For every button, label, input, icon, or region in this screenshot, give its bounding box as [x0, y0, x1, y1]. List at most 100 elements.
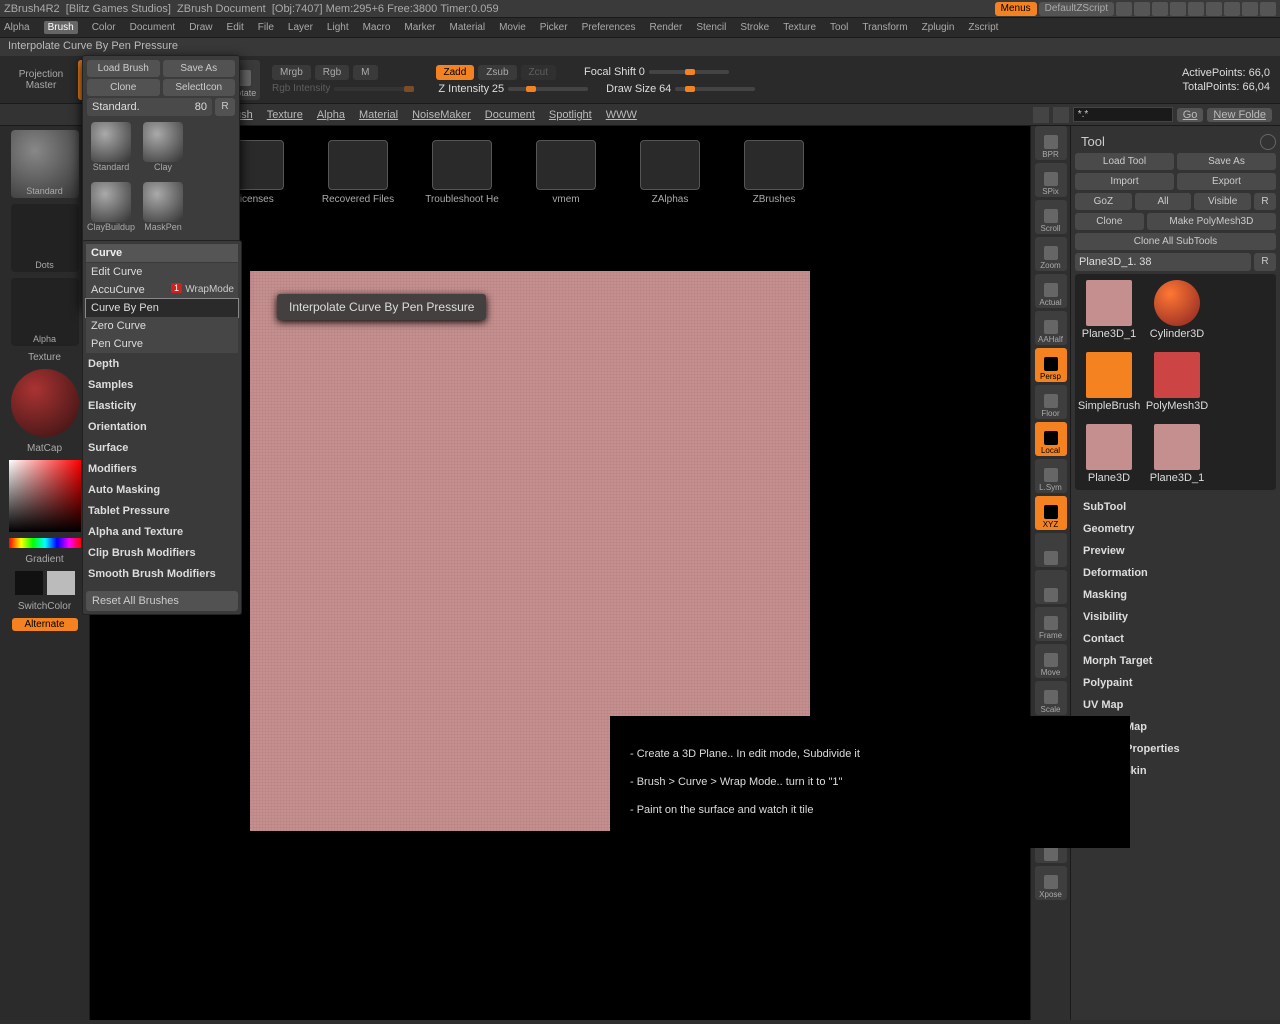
make-polymesh-button[interactable]: Make PolyMesh3D	[1147, 213, 1276, 230]
load-tool-button[interactable]: Load Tool	[1075, 153, 1174, 170]
all-button[interactable]: All	[1135, 193, 1192, 210]
layout-btn-5[interactable]	[1188, 2, 1204, 16]
tool-thumb-simplebrush[interactable]: SimpleBrush	[1081, 352, 1137, 412]
rtool-frame[interactable]: Frame	[1035, 607, 1067, 641]
menu-material[interactable]: Material	[450, 22, 486, 33]
tool-thumb-plane3d_1[interactable]: Plane3D_1	[1149, 424, 1205, 484]
rtool-lsym[interactable]: L.Sym	[1035, 459, 1067, 493]
stroke-swatch[interactable]: Dots	[11, 204, 79, 272]
hue-bar[interactable]	[9, 538, 81, 548]
menu-layer[interactable]: Layer	[288, 22, 313, 33]
refresh-icon[interactable]	[1260, 134, 1276, 150]
brush-swatch[interactable]: Standard	[11, 130, 79, 198]
z-intensity-slider[interactable]	[508, 87, 588, 91]
prev-icon[interactable]	[1033, 107, 1049, 123]
rtool-blank[interactable]	[1035, 533, 1067, 567]
wrapmode-label[interactable]: WrapMode	[185, 284, 234, 295]
clone-brush-button[interactable]: Clone	[87, 79, 160, 96]
brush-size-slider[interactable]: Standard.80	[87, 98, 212, 116]
rtool-blank[interactable]	[1035, 570, 1067, 604]
rtool-floor[interactable]: Floor	[1035, 385, 1067, 419]
menu-preferences[interactable]: Preferences	[582, 22, 636, 33]
brush-section-smooth-brush-modifiers[interactable]: Smooth Brush Modifiers	[88, 568, 236, 580]
section-contact[interactable]: Contact	[1075, 628, 1276, 650]
shelf-tab-texture[interactable]: Texture	[267, 109, 303, 121]
curve-header[interactable]: Curve	[86, 244, 238, 262]
menu-file[interactable]: File	[258, 22, 274, 33]
projection-master-button[interactable]: Projection Master	[4, 69, 78, 91]
section-visibility[interactable]: Visibility	[1075, 606, 1276, 628]
search-input[interactable]	[1073, 107, 1173, 122]
menu-texture[interactable]: Texture	[783, 22, 816, 33]
layout-btn-1[interactable]	[1116, 2, 1132, 16]
brush-section-samples[interactable]: Samples	[88, 379, 236, 391]
section-masking[interactable]: Masking	[1075, 584, 1276, 606]
tool-name-slider[interactable]: Plane3D_1. 38	[1075, 253, 1251, 271]
folder-recovered-files[interactable]: Recovered Files	[318, 140, 398, 205]
section-deformation[interactable]: Deformation	[1075, 562, 1276, 584]
zadd-chip[interactable]: Zadd	[436, 65, 475, 80]
reset-brushes-button[interactable]: Reset All Brushes	[86, 591, 238, 611]
draw-size-slider[interactable]	[675, 87, 755, 91]
rtool-scroll[interactable]: Scroll	[1035, 200, 1067, 234]
switchcolor-label[interactable]: SwitchColor	[18, 601, 71, 612]
curve-item-edit-curve[interactable]: Edit Curve	[86, 263, 238, 281]
shelf-tab-material[interactable]: Material	[359, 109, 398, 121]
alternate-button[interactable]: Alternate	[12, 618, 78, 631]
clone-button[interactable]: Clone	[1075, 213, 1144, 230]
rgb-chip[interactable]: Rgb	[315, 65, 349, 80]
brush-section-surface[interactable]: Surface	[88, 442, 236, 454]
lock-icon[interactable]	[1206, 2, 1222, 16]
layout-btn-3[interactable]	[1152, 2, 1168, 16]
shelf-tab-www[interactable]: WWW	[606, 109, 637, 121]
menu-brush[interactable]: Brush	[44, 21, 78, 34]
visible-button[interactable]: Visible	[1194, 193, 1251, 210]
section-subtool[interactable]: SubTool	[1075, 496, 1276, 518]
brush-section-auto-masking[interactable]: Auto Masking	[88, 484, 236, 496]
tool-r-button[interactable]: R	[1254, 253, 1276, 271]
menu-render[interactable]: Render	[650, 22, 683, 33]
load-brush-button[interactable]: Load Brush	[87, 60, 160, 77]
rtool-bpr[interactable]: BPR	[1035, 126, 1067, 160]
r-button[interactable]: R	[1254, 193, 1276, 210]
rtool-xyz[interactable]: XYZ	[1035, 496, 1067, 530]
menu-zscript[interactable]: Zscript	[968, 22, 998, 33]
menu-stroke[interactable]: Stroke	[740, 22, 769, 33]
brush-section-depth[interactable]: Depth	[88, 358, 236, 370]
section-morph-target[interactable]: Morph Target	[1075, 650, 1276, 672]
layout-btn-2[interactable]	[1134, 2, 1150, 16]
go-button[interactable]: Go	[1177, 108, 1204, 122]
brush-r-button[interactable]: R	[215, 98, 235, 116]
export-button[interactable]: Export	[1177, 173, 1276, 190]
zcut-chip[interactable]: Zcut	[521, 65, 556, 80]
material-swatch[interactable]	[11, 369, 79, 437]
save-as-button[interactable]: Save As	[1177, 153, 1276, 170]
section-uv-map[interactable]: UV Map	[1075, 694, 1276, 716]
tool-thumb-polymesh3d[interactable]: PolyMesh3D	[1149, 352, 1205, 412]
brush-section-clip-brush-modifiers[interactable]: Clip Brush Modifiers	[88, 547, 236, 559]
menu-zplugin[interactable]: Zplugin	[922, 22, 955, 33]
new-folder-button[interactable]: New Folde	[1207, 108, 1272, 122]
rtool-spix[interactable]: SPix	[1035, 163, 1067, 197]
section-geometry[interactable]: Geometry	[1075, 518, 1276, 540]
menu-document[interactable]: Document	[130, 22, 176, 33]
brush-section-alpha-and-texture[interactable]: Alpha and Texture	[88, 526, 236, 538]
save-brush-button[interactable]: Save As	[163, 60, 236, 77]
close-icon[interactable]	[1260, 2, 1276, 16]
menu-marker[interactable]: Marker	[404, 22, 435, 33]
selecticon-button[interactable]: SelectIcon	[163, 79, 236, 96]
menu-movie[interactable]: Movie	[499, 22, 526, 33]
mrgb-chip[interactable]: Mrgb	[272, 65, 311, 80]
menu-stencil[interactable]: Stencil	[696, 22, 726, 33]
brush-section-tablet-pressure[interactable]: Tablet Pressure	[88, 505, 236, 517]
minimize-icon[interactable]	[1224, 2, 1240, 16]
menu-tool[interactable]: Tool	[830, 22, 848, 33]
color-secondary[interactable]	[47, 571, 75, 595]
alpha-swatch[interactable]: Alpha	[11, 278, 79, 346]
brush-section-elasticity[interactable]: Elasticity	[88, 400, 236, 412]
focal-slider[interactable]	[649, 70, 729, 74]
tool-thumb-plane3d[interactable]: Plane3D	[1081, 424, 1137, 484]
rtool-local[interactable]: Local	[1035, 422, 1067, 456]
section-polypaint[interactable]: Polypaint	[1075, 672, 1276, 694]
tool-thumb-plane3d_1[interactable]: Plane3D_1	[1081, 280, 1137, 340]
